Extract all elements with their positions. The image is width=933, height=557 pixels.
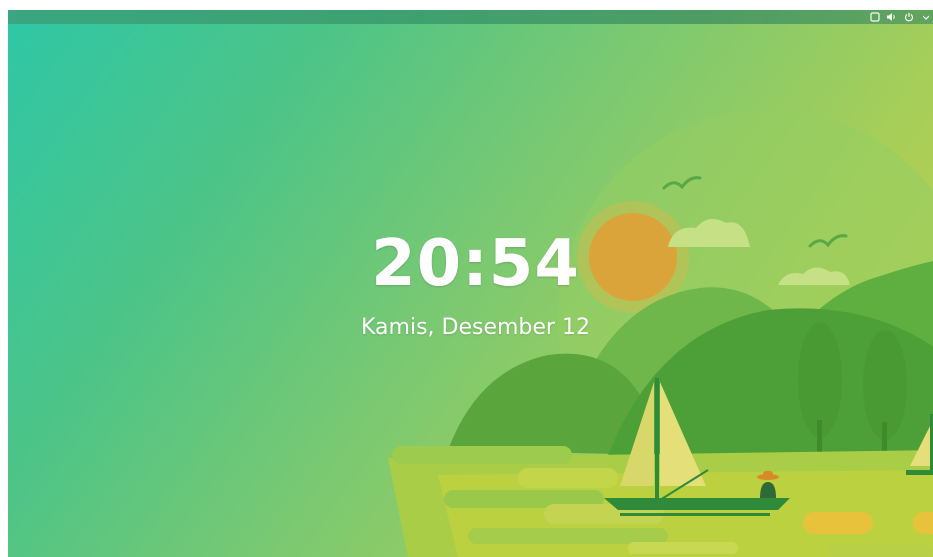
mast <box>655 378 659 502</box>
boat-hull <box>906 470 933 475</box>
water-ripple <box>628 542 738 554</box>
lock-clock-time: 20:54 <box>371 227 580 301</box>
tree-trunk <box>817 420 822 455</box>
water-ripple <box>392 446 572 464</box>
volume-icon[interactable] <box>886 12 897 23</box>
water-ripple <box>518 468 618 488</box>
tree-trunk <box>882 422 887 455</box>
fisherman-hat-top <box>763 471 773 477</box>
top-panel <box>8 10 933 24</box>
water-ripple <box>803 512 873 534</box>
window-icon[interactable] <box>869 12 880 23</box>
boat-hull <box>604 498 790 510</box>
power-icon[interactable] <box>903 12 914 23</box>
lock-screen[interactable]: 20:54 Kamis, Desember 12 <box>8 10 933 557</box>
water-ripple <box>828 545 933 557</box>
system-tray <box>869 10 933 24</box>
water-ripple <box>468 528 668 544</box>
lock-clock-date: Kamis, Desember 12 <box>361 315 590 340</box>
boat-hull-stripe <box>620 513 770 516</box>
chevron-down-icon[interactable] <box>920 12 931 23</box>
